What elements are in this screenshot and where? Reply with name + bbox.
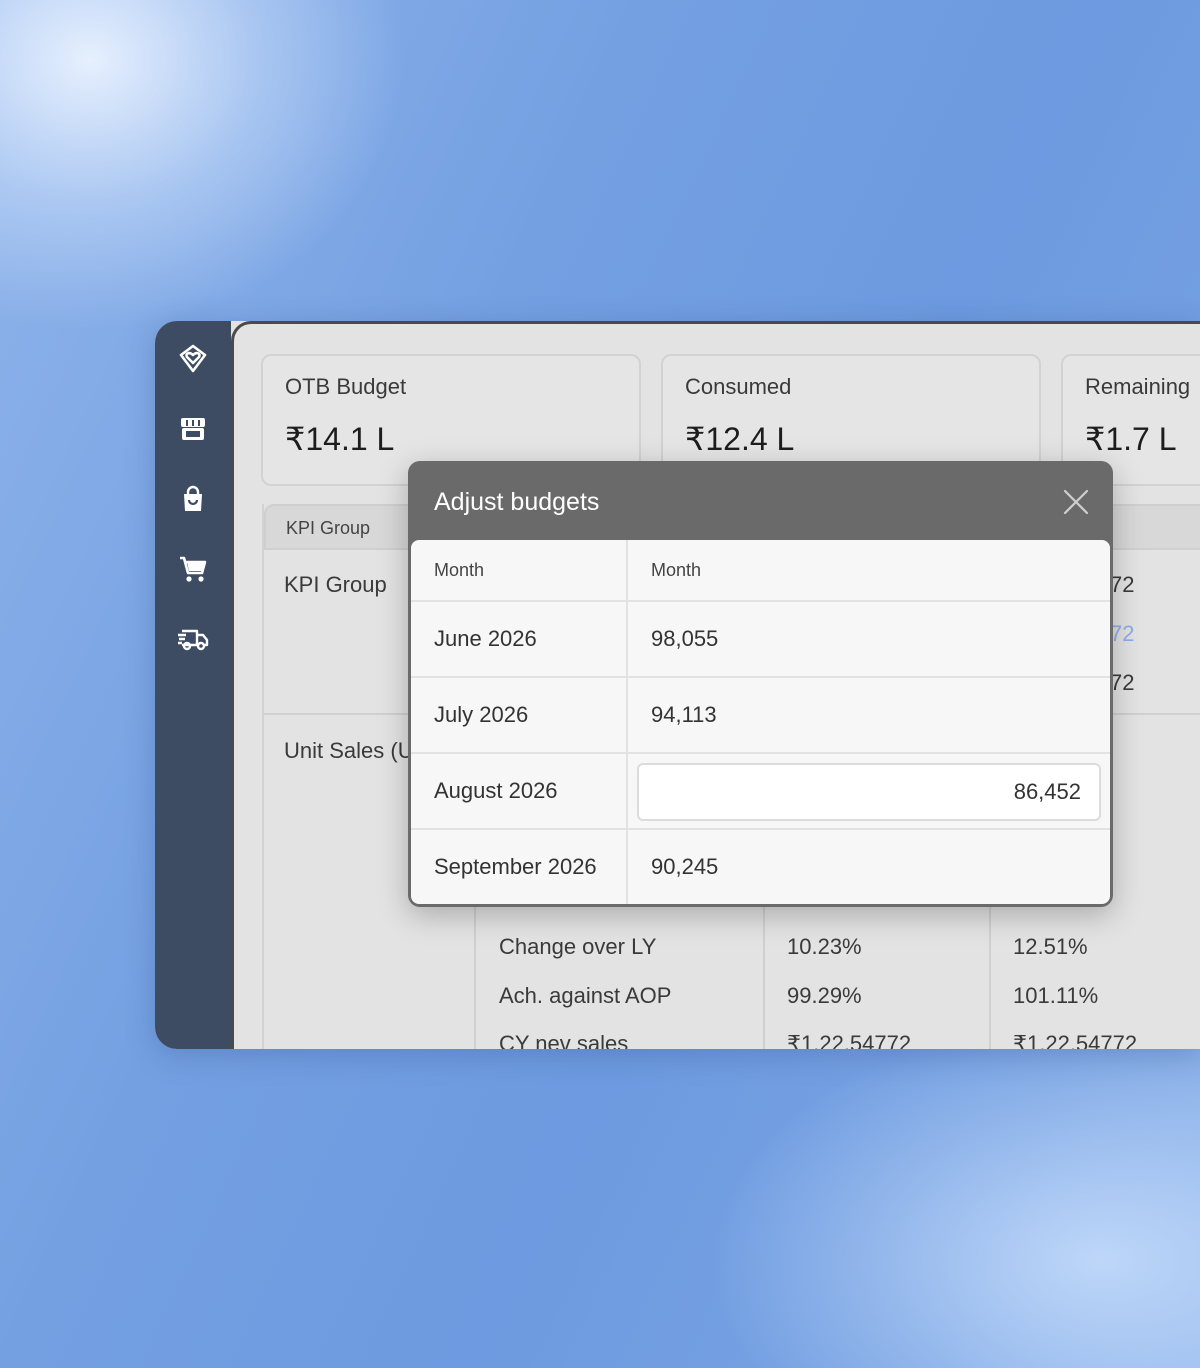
month-label: September 2026 — [434, 854, 597, 879]
metric-value: 10.23% — [787, 934, 862, 959]
card-value: ₹1.7 L — [1085, 421, 1177, 457]
card-value: ₹14.1 L — [285, 421, 395, 457]
cart-icon[interactable] — [173, 549, 213, 589]
kpi-group-label: KPI Group — [284, 572, 387, 597]
budget-table: Month Month June 2026 98,055 July 2026 9… — [411, 540, 1110, 904]
partial-value: 72 — [1110, 670, 1135, 695]
table-row: August 2026 — [411, 754, 1110, 830]
table-row: June 2026 98,055 — [411, 602, 1110, 678]
logo-heart-icon[interactable] — [173, 339, 213, 379]
modal-header: Adjust budgets — [408, 461, 1113, 541]
month-label: August 2026 — [434, 778, 558, 803]
column-divider — [763, 894, 765, 1049]
budget-value[interactable]: 98,055 — [651, 626, 718, 652]
column-divider — [474, 894, 476, 1049]
column-header-value: Month — [651, 560, 702, 580]
metric-value: ₹1,22,54772 — [1013, 1031, 1138, 1049]
partial-value: 72 — [1110, 572, 1135, 597]
metric-value: 12.51% — [1013, 934, 1088, 959]
adjust-budgets-modal: Adjust budgets Month Month June 2026 98,… — [408, 461, 1113, 907]
metric-value: 101.11% — [1013, 983, 1099, 1008]
metric-label: Ach. against AOP — [499, 983, 672, 1008]
column-header-kpi-group: KPI Group — [286, 518, 371, 538]
sidebar — [155, 321, 231, 1049]
metric-label: Change over LY — [499, 934, 657, 959]
card-label: OTB Budget — [285, 374, 407, 399]
metric-value: 99.29% — [787, 983, 862, 1008]
card-label: Consumed — [685, 374, 792, 399]
budget-value[interactable]: 94,113 — [651, 702, 717, 728]
month-label: June 2026 — [434, 626, 537, 651]
metric-value: ₹1,22,54772 — [787, 1031, 912, 1049]
budget-value[interactable]: 90,245 — [651, 854, 718, 880]
card-label: Remaining — [1085, 374, 1191, 399]
close-icon[interactable] — [1061, 487, 1091, 517]
card-value: ₹12.4 L — [685, 421, 795, 457]
table-header-row: Month Month — [411, 540, 1110, 602]
table-row: September 2026 90,245 — [411, 830, 1110, 904]
store-icon[interactable] — [173, 409, 213, 449]
budget-input[interactable] — [637, 763, 1101, 821]
metric-label: CY nev sales — [499, 1031, 629, 1049]
column-divider — [989, 894, 991, 1049]
month-label: July 2026 — [434, 702, 529, 727]
table-row: July 2026 94,113 — [411, 678, 1110, 754]
delivery-truck-icon[interactable] — [173, 619, 213, 659]
modal-title: Adjust budgets — [434, 488, 600, 516]
shopping-bag-icon[interactable] — [173, 479, 213, 519]
unit-sales-label: Unit Sales (U — [284, 738, 414, 763]
partial-value-link[interactable]: 72 — [1110, 621, 1134, 647]
column-header-month: Month — [434, 560, 485, 580]
